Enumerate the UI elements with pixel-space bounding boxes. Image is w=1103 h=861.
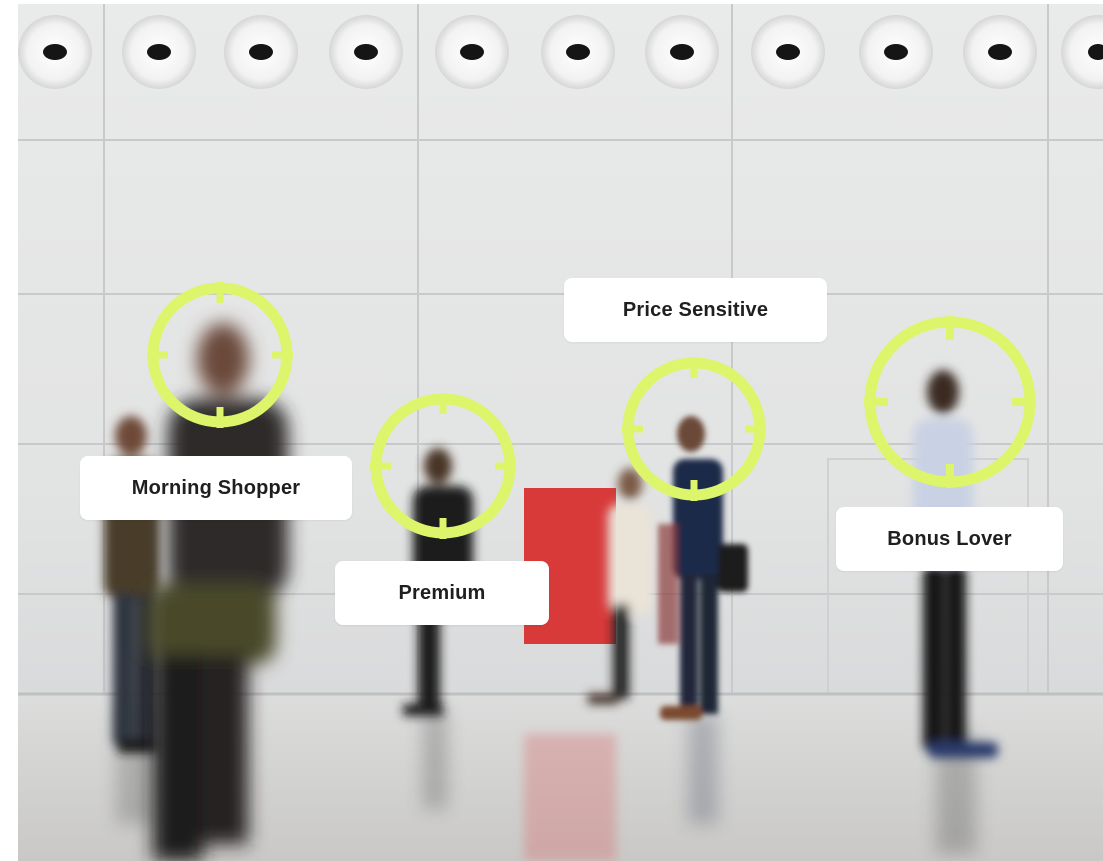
label-premium: Premium <box>335 561 549 625</box>
scene-illustration <box>18 4 1103 861</box>
red-panel-reflection <box>524 734 616 861</box>
photo-scene: Morning Shopper Premium Price Sensitive … <box>18 4 1103 861</box>
label-bonus-lover: Bonus Lover <box>836 507 1063 571</box>
label-price-sensitive: Price Sensitive <box>564 278 827 342</box>
label-morning-shopper: Morning Shopper <box>80 456 352 520</box>
